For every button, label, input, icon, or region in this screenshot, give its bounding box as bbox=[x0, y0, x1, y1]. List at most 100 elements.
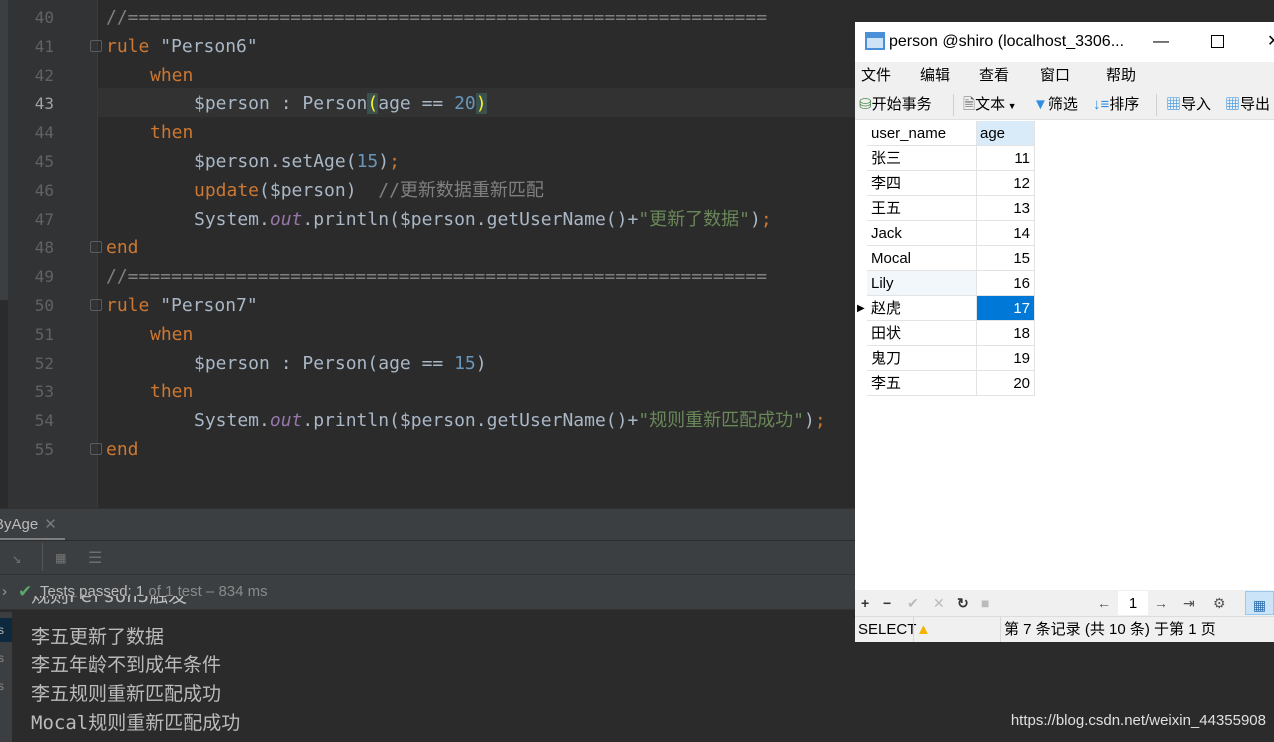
menu-edit[interactable]: 编辑 bbox=[920, 62, 950, 90]
cell-user-name[interactable]: 田状 bbox=[867, 321, 977, 346]
fold-icon[interactable] bbox=[90, 299, 102, 311]
test-tree-item[interactable]: s bbox=[0, 618, 12, 642]
output-line: 规则Person5触发 bbox=[31, 596, 188, 607]
table-row[interactable]: 李四 12 bbox=[855, 171, 1035, 196]
divider bbox=[1000, 617, 1001, 642]
sort-label: 排序 bbox=[1109, 96, 1140, 113]
table-row[interactable]: 田状 18 bbox=[855, 321, 1035, 346]
cell-age[interactable]: 18 bbox=[977, 321, 1035, 346]
begin-transaction-button[interactable]: ⛁开始事务 bbox=[859, 90, 932, 120]
maximize-button[interactable] bbox=[1211, 35, 1224, 48]
menu-file[interactable]: 文件 bbox=[861, 62, 891, 90]
data-grid[interactable]: user_name age 张三 11 李四 12 王五 13 Jack 14 Mocal 15 L… bbox=[855, 121, 1274, 590]
close-button[interactable]: ✕ bbox=[1267, 22, 1274, 62]
scrollbar[interactable] bbox=[0, 0, 8, 300]
fold-icon[interactable] bbox=[90, 39, 102, 52]
cell-age[interactable]: 13 bbox=[977, 196, 1035, 221]
cell-user-name[interactable]: Jack bbox=[867, 221, 977, 246]
code-token: System. bbox=[194, 410, 270, 432]
table-row[interactable]: ▶ 赵虎 17 bbox=[855, 296, 1035, 321]
code-token: 15 bbox=[454, 352, 476, 374]
last-page-button[interactable]: ⇥ bbox=[1183, 590, 1195, 616]
toolbar: ⛁开始事务 🗎文本 ▼ ▼筛选 ↓≡排序 ▦导入 ▦导出 bbox=[855, 90, 1274, 120]
line-number: 55 bbox=[34, 440, 54, 459]
fold-icon[interactable] bbox=[90, 241, 102, 254]
grid-view-button[interactable]: ▦ bbox=[1245, 591, 1274, 615]
run-tab-label: ByAge bbox=[0, 516, 39, 533]
collapse-icon[interactable]: ☰ bbox=[88, 548, 102, 567]
filter-button[interactable]: ▼筛选 bbox=[1033, 90, 1078, 120]
table-row[interactable]: 鬼刀 19 bbox=[855, 346, 1035, 371]
settings-icon[interactable]: ⚙ bbox=[1213, 590, 1226, 616]
window-title-bar: person @shiro (localhost_3306... — ✕ bbox=[855, 22, 1274, 62]
column-header-user-name[interactable]: user_name bbox=[867, 121, 977, 146]
test-tree-item[interactable]: s bbox=[0, 674, 12, 698]
code-line: rule "Person7" bbox=[106, 291, 258, 320]
minimize-button[interactable]: — bbox=[1153, 22, 1169, 62]
code-token: .println($person.getUserName()+ bbox=[302, 410, 639, 432]
table-row[interactable]: 王五 13 bbox=[855, 196, 1035, 221]
code-token: "Person7" bbox=[149, 295, 258, 316]
cell-age[interactable]: 12 bbox=[977, 171, 1035, 196]
sort-icon[interactable]: ↘ bbox=[12, 548, 22, 567]
line-number: 40 bbox=[34, 8, 54, 27]
warning-icon: ▲ bbox=[916, 621, 931, 638]
code-line: //======================================… bbox=[106, 262, 767, 291]
table-row[interactable]: Jack 14 bbox=[855, 221, 1035, 246]
column-header-age[interactable]: age bbox=[977, 121, 1035, 146]
sort-button[interactable]: ↓≡排序 bbox=[1093, 90, 1139, 120]
run-tab[interactable]: ByAge ✕ bbox=[0, 509, 65, 541]
table-row[interactable]: Lily 16 bbox=[855, 271, 1035, 296]
text-button[interactable]: 🗎文本 ▼ bbox=[963, 90, 1017, 121]
line-number: 42 bbox=[34, 65, 54, 85]
code-line: when bbox=[150, 61, 193, 90]
test-tree-item[interactable]: s bbox=[0, 646, 12, 670]
code-token: out bbox=[269, 410, 303, 432]
close-icon[interactable]: ✕ bbox=[44, 516, 57, 533]
expand-icon[interactable]: › bbox=[2, 575, 7, 609]
cell-age[interactable]: 15 bbox=[977, 246, 1035, 271]
stop-button[interactable]: ■ bbox=[981, 590, 989, 616]
cell-user-name[interactable]: 鬼刀 bbox=[867, 346, 977, 371]
cell-user-name[interactable]: 张三 bbox=[867, 146, 977, 171]
cell-age[interactable]: 16 bbox=[977, 271, 1035, 296]
next-page-button[interactable]: → bbox=[1154, 590, 1168, 616]
menu-help[interactable]: 帮助 bbox=[1106, 62, 1136, 90]
apply-button[interactable]: ✔ bbox=[907, 590, 919, 616]
cell-user-name[interactable]: 李四 bbox=[867, 171, 977, 196]
cell-age[interactable]: 17 bbox=[977, 296, 1035, 321]
menu-window[interactable]: 窗口 bbox=[1040, 62, 1070, 90]
table-row[interactable]: 张三 11 bbox=[855, 146, 1035, 171]
delete-record-button[interactable]: − bbox=[883, 590, 891, 616]
code-token: then bbox=[150, 381, 194, 403]
cell-user-name[interactable]: 李五 bbox=[867, 371, 977, 396]
table-row[interactable]: 李五 20 bbox=[855, 371, 1035, 396]
add-record-button[interactable]: + bbox=[861, 590, 869, 616]
code-token: $person.setAge( bbox=[194, 151, 357, 172]
cell-age[interactable]: 14 bbox=[977, 221, 1035, 246]
divider bbox=[1156, 94, 1157, 116]
status-sql: SELECT bbox=[858, 621, 917, 638]
menu-view[interactable]: 查看 bbox=[979, 62, 1009, 90]
table-row[interactable]: Mocal 15 bbox=[855, 246, 1035, 271]
fold-icon[interactable] bbox=[90, 443, 102, 455]
table-icon[interactable]: ▦ bbox=[56, 548, 66, 567]
code-editor[interactable]: 40 //====================================… bbox=[0, 0, 855, 508]
code-token: end bbox=[106, 439, 139, 460]
cell-age[interactable]: 19 bbox=[977, 346, 1035, 371]
prev-page-button[interactable]: ← bbox=[1097, 590, 1111, 616]
cell-age[interactable]: 20 bbox=[977, 371, 1035, 396]
divider bbox=[953, 94, 954, 116]
cell-user-name[interactable]: 赵虎 bbox=[867, 296, 977, 321]
cell-user-name[interactable]: Lily bbox=[867, 271, 977, 296]
import-button[interactable]: ▦导入 bbox=[1166, 90, 1211, 120]
code-token: ; bbox=[814, 410, 826, 432]
export-label: 导出 bbox=[1240, 96, 1271, 113]
export-button[interactable]: ▦导出 bbox=[1225, 90, 1270, 120]
refresh-button[interactable]: ↻ bbox=[957, 590, 969, 616]
cell-age[interactable]: 11 bbox=[977, 146, 1035, 171]
page-number-input[interactable]: 1 bbox=[1118, 591, 1148, 615]
cell-user-name[interactable]: 王五 bbox=[867, 196, 977, 221]
discard-button[interactable]: ✕ bbox=[933, 590, 945, 616]
cell-user-name[interactable]: Mocal bbox=[867, 246, 977, 271]
